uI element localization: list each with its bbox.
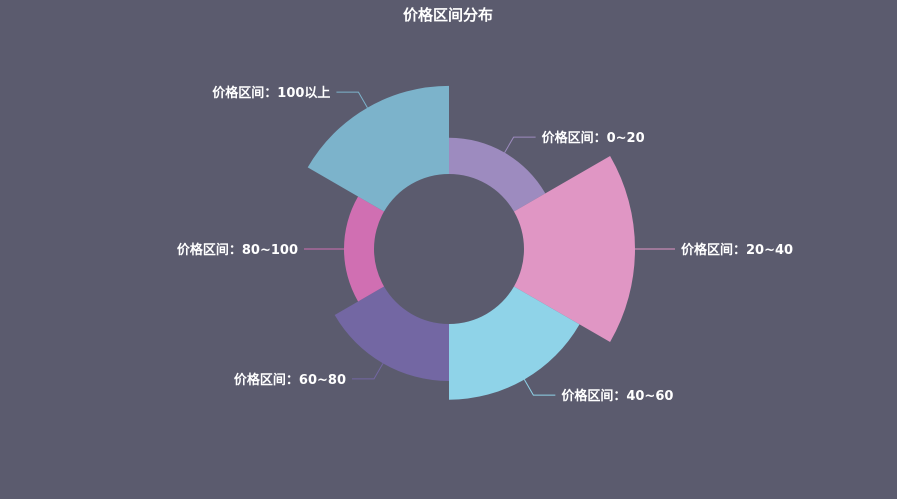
rose-slice-1[interactable] bbox=[449, 137, 546, 212]
slice-label-6: 价格区间：100以上 bbox=[212, 85, 330, 101]
slice-label-3: 价格区间：40~60 bbox=[561, 388, 673, 404]
rose-slice-6[interactable] bbox=[307, 85, 449, 212]
rose-slice-4[interactable] bbox=[334, 286, 449, 382]
slice-label-4: 价格区间：60~80 bbox=[234, 372, 346, 388]
leader-line-1 bbox=[504, 136, 536, 153]
leader-line-3 bbox=[523, 379, 556, 396]
slice-label-2: 价格区间：20~40 bbox=[681, 242, 793, 258]
leader-line-6 bbox=[336, 91, 368, 108]
rose-chart: 价格区间分布 价格区间：0~20 价格区间：20~40 价格区间：40~60 价格区间… bbox=[177, 6, 793, 404]
leader-line-4 bbox=[352, 363, 384, 380]
chart-title: 价格区间分布 bbox=[403, 6, 493, 24]
slice-label-5: 价格区间：80~100 bbox=[177, 242, 298, 258]
rose-slice-5[interactable] bbox=[344, 196, 385, 302]
slice-label-1: 价格区间：0~20 bbox=[542, 130, 645, 146]
